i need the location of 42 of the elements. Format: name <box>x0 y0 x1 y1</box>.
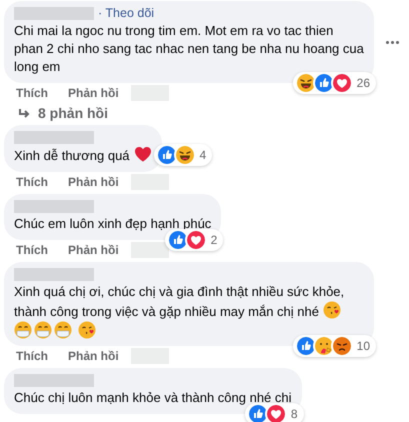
reaction-count: 26 <box>356 76 371 90</box>
comment-action-link[interactable]: Thích <box>16 241 48 259</box>
reaction-summary[interactable]: 4 <box>154 144 212 166</box>
more-options-icon[interactable] <box>386 40 399 44</box>
kissing-face-icon <box>322 301 341 319</box>
kissing-face-icon <box>78 321 96 339</box>
reaction-count: 10 <box>356 339 371 353</box>
masked-face-icon <box>34 321 52 339</box>
reaction-summary[interactable]: 2 <box>164 229 224 251</box>
like-icon <box>294 335 317 357</box>
comment-action-link[interactable]: Phản hồi <box>68 173 119 191</box>
comment-action-link[interactable]: Thích <box>16 84 48 102</box>
hugging-face-icon <box>312 335 335 357</box>
angry-face-icon <box>330 335 353 357</box>
reaction-summary[interactable]: 26 <box>292 72 376 94</box>
masked-face-icon <box>14 321 32 339</box>
like-icon <box>246 403 269 422</box>
laughing-face-icon <box>174 144 196 166</box>
heart-reaction-icon <box>330 72 353 94</box>
comment-action-link[interactable]: Thích <box>16 173 48 191</box>
reaction-summary[interactable]: 10 <box>292 335 376 357</box>
heart-icon <box>134 146 152 162</box>
blurred-time <box>130 242 169 258</box>
laughing-face-icon <box>294 72 317 94</box>
reaction-count: 4 <box>198 148 208 162</box>
masked-face-icon <box>54 321 72 339</box>
comment-action-link[interactable]: Phản hồi <box>68 347 119 365</box>
reply-arrow-icon <box>18 108 30 118</box>
comment-action-link[interactable]: Phản hồi <box>68 241 119 259</box>
heart-reaction-icon <box>264 403 287 422</box>
heart-reaction-icon <box>184 229 207 251</box>
like-icon <box>312 72 335 94</box>
comment-action-link[interactable]: Thích <box>16 347 48 365</box>
comment-text: Xinh dễ thương quá <box>14 146 152 165</box>
comment-text: Xinh quá chị ơi, chúc chị và gia đình thật nhiều sức khỏe, thành công trong việc và gặp nhiều may mắn chị nhé <box>14 283 346 321</box>
reaction-count: 8 <box>290 407 299 421</box>
view-replies-link[interactable]: 8 phản hồi <box>38 102 108 124</box>
reaction-summary[interactable]: 8 <box>244 403 304 422</box>
reaction-count: 2 <box>210 233 218 247</box>
follow-link[interactable]: · Theo dõi <box>98 6 154 20</box>
like-icon <box>156 144 178 166</box>
comment-action-link[interactable]: Phản hồi <box>68 84 119 102</box>
